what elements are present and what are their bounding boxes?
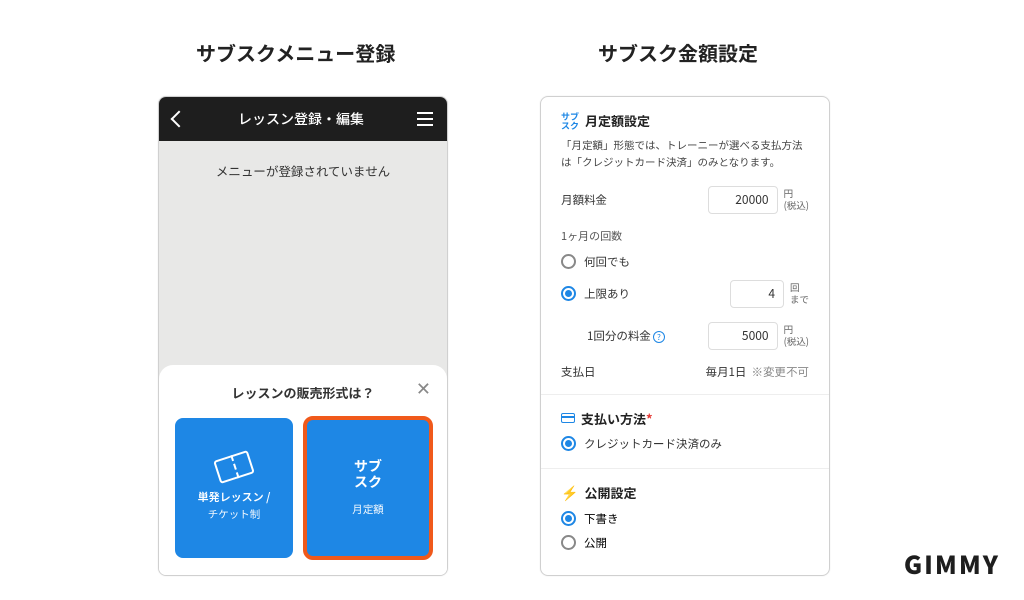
per-fee-unit: 円(税込) xyxy=(784,324,809,347)
radio-unlimited-label: 何回でも xyxy=(584,254,630,270)
pricing-hint: 「月定額」形態では、トレーニーが選べる支払方法は「クレジットカード決済」のみとな… xyxy=(561,138,809,172)
subscription-badge-icon: サブスク xyxy=(561,112,579,130)
radio-limited-label: 上限あり xyxy=(584,286,630,302)
section-publish-title: 公開設定 xyxy=(584,483,636,502)
per-fee-input[interactable] xyxy=(708,322,778,350)
monthly-fee-label: 月額料金 xyxy=(561,192,607,208)
option-ticket-line1: 単発レッスン / xyxy=(198,489,271,505)
left-column-title: サブスクメニュー登録 xyxy=(196,38,395,67)
section-payment-title: 支払い方法* xyxy=(581,409,653,428)
limit-count-input[interactable] xyxy=(730,280,784,308)
bottom-sheet: ✕ レッスンの販売形式は？ 単発レッスン / チケット制 サブ スク 月定額 xyxy=(159,365,447,575)
back-icon[interactable] xyxy=(171,111,188,128)
section-pricing-title: 月定額設定 xyxy=(585,111,650,130)
radio-draft[interactable]: 下書き xyxy=(561,511,809,527)
payment-option-label: クレジットカード決済のみ xyxy=(584,436,722,452)
ticket-icon xyxy=(213,450,255,484)
right-column-title: サブスク金額設定 xyxy=(598,38,758,67)
per-fee-label: 1回分の料金? xyxy=(587,328,665,344)
count-label: 1ヶ月の回数 xyxy=(561,228,809,244)
brand-logo: GIMMY xyxy=(904,546,1000,582)
subscription-badge-icon: サブ スク xyxy=(354,459,382,490)
section-payment: 支払い方法* クレジットカード決済のみ xyxy=(541,395,829,469)
radio-publish[interactable]: 公開 xyxy=(561,535,809,551)
bolt-icon: ⚡ xyxy=(561,483,578,503)
draft-label: 下書き xyxy=(584,511,619,527)
payday-label: 支払日 xyxy=(561,364,596,380)
topbar: レッスン登録・編集 xyxy=(159,97,447,141)
radio-limited[interactable]: 上限あり 回まで xyxy=(561,280,809,308)
monthly-fee-input[interactable] xyxy=(708,186,778,214)
screen-title: レッスン登録・編集 xyxy=(238,109,364,129)
publish-label: 公開 xyxy=(584,535,607,551)
close-icon[interactable]: ✕ xyxy=(416,379,431,397)
section-publish: ⚡ 公開設定 下書き 公開 xyxy=(541,469,829,565)
limit-unit: 回まで xyxy=(790,282,809,305)
right-phone: サブスク 月定額設定 「月定額」形態では、トレーニーが選べる支払方法は「クレジッ… xyxy=(540,96,830,576)
info-icon[interactable]: ? xyxy=(653,331,665,343)
radio-unlimited[interactable]: 何回でも xyxy=(561,254,809,270)
option-sub-line: 月定額 xyxy=(352,502,384,517)
fee-unit: 円(税込) xyxy=(784,188,809,211)
payday-value: 毎月1日 ※変更不可 xyxy=(705,364,809,380)
option-subscription[interactable]: サブ スク 月定額 xyxy=(305,418,431,558)
option-ticket[interactable]: 単発レッスン / チケット制 xyxy=(175,418,293,558)
menu-icon[interactable] xyxy=(417,112,433,126)
radio-payment-card[interactable]: クレジットカード決済のみ xyxy=(561,436,809,452)
sheet-title: レッスンの販売形式は？ xyxy=(175,383,431,402)
card-icon xyxy=(561,413,575,423)
left-phone: レッスン登録・編集 メニューが登録されていません ✕ レッスンの販売形式は？ 単… xyxy=(158,96,448,576)
option-ticket-line2: チケット制 xyxy=(208,507,261,522)
section-pricing: サブスク 月定額設定 「月定額」形態では、トレーニーが選べる支払方法は「クレジッ… xyxy=(541,97,829,395)
